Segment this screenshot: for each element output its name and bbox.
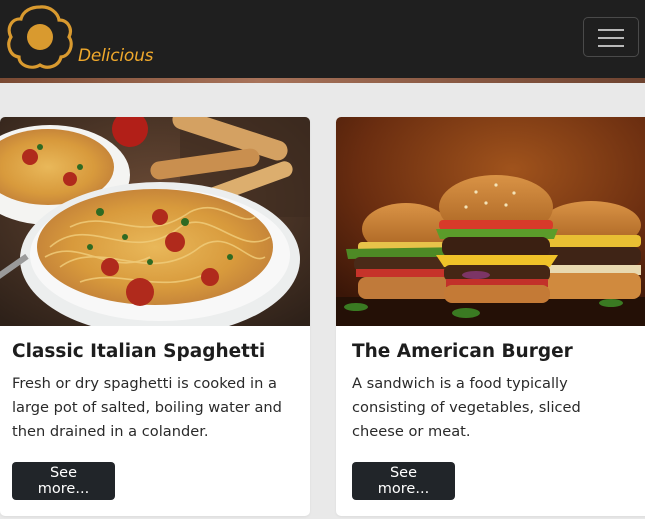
recipe-card: The American Burger A sandwich is a food… xyxy=(336,117,645,516)
card-text: Fresh or dry spaghetti is cooked in a la… xyxy=(12,375,282,440)
hero-image-edge xyxy=(0,78,645,83)
card-title: Classic Italian Spaghetti xyxy=(12,341,266,362)
card-text: A sandwich is a food typically consistin… xyxy=(352,375,581,440)
card-body: Classic Italian Spaghetti Fresh or dry s… xyxy=(12,341,298,444)
brand-name[interactable]: Delicious xyxy=(78,46,154,66)
card-title: The American Burger xyxy=(352,341,573,362)
hamburger-menu-icon xyxy=(598,28,624,48)
recipe-card: Classic Italian Spaghetti Fresh or dry s… xyxy=(0,117,310,516)
spaghetti-plate-photo xyxy=(0,117,310,326)
navbar: Delicious xyxy=(0,0,645,78)
see-more-button[interactable]: See more... xyxy=(12,462,115,500)
fried-egg-icon[interactable] xyxy=(6,4,74,70)
card-body: The American Burger A sandwich is a food… xyxy=(352,341,644,444)
navbar-toggle-button[interactable] xyxy=(583,17,639,57)
burgers-photo xyxy=(336,117,645,326)
see-more-button[interactable]: See more... xyxy=(352,462,455,500)
